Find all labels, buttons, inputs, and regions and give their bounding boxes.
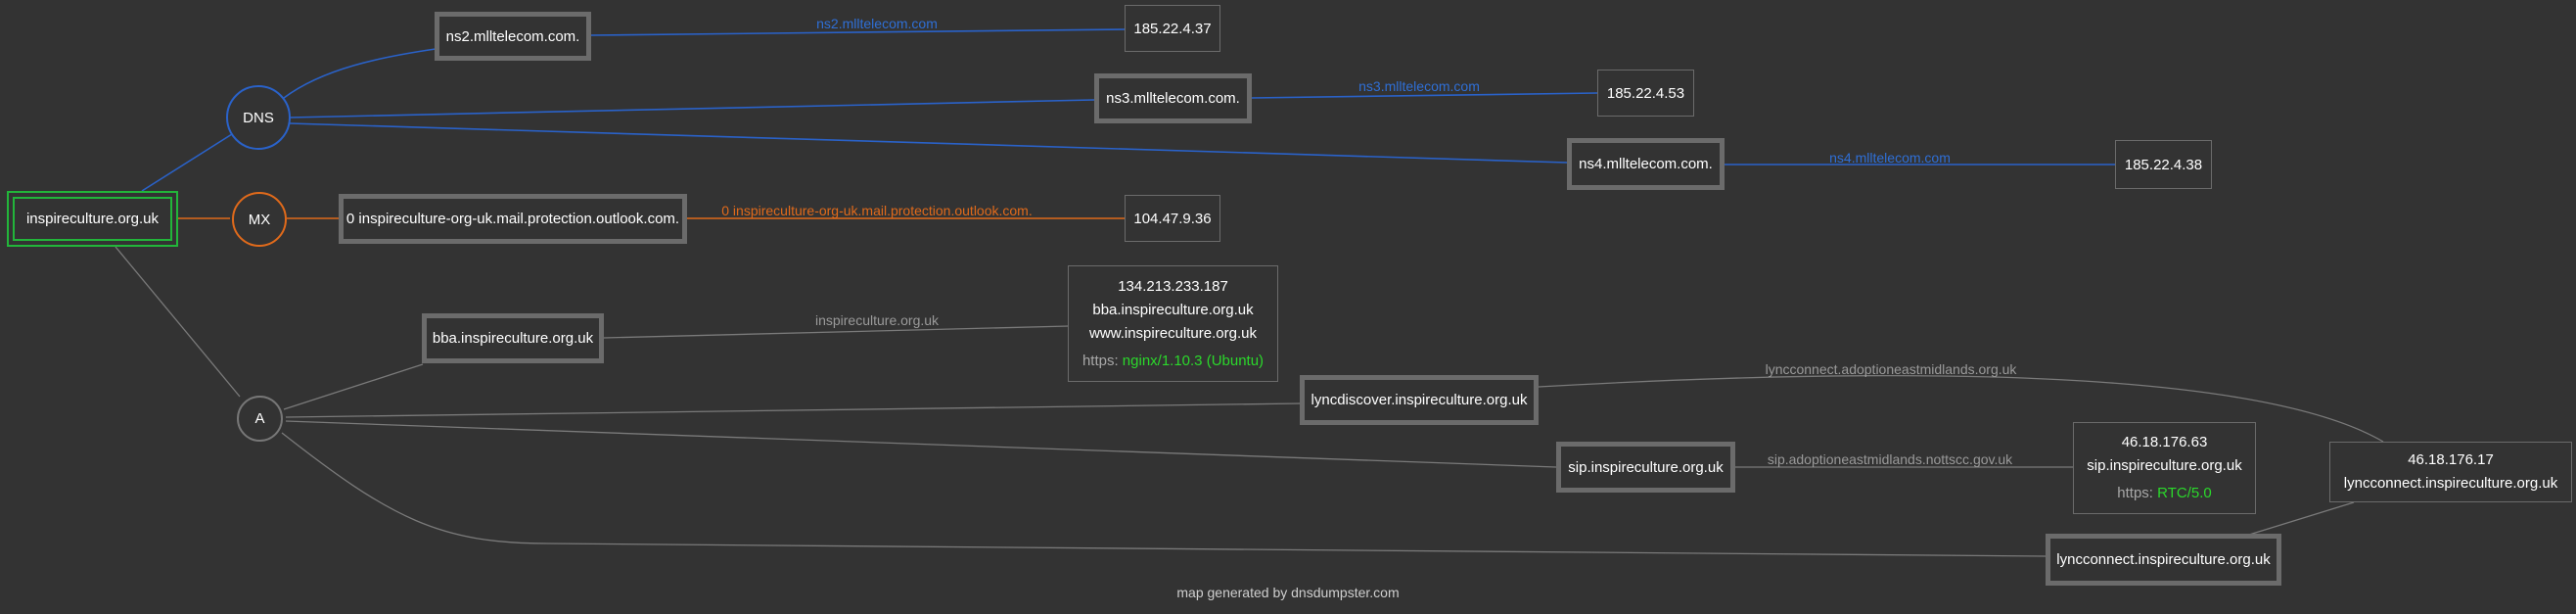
lyncdiscover-host-node[interactable]: lyncdiscover.inspireculture.org.uk [1300,375,1539,425]
edge-label-mx: 0 inspireculture-org-uk.mail.protection.… [721,203,1033,218]
edge-dns-ns4 [289,122,1568,164]
a-group-node[interactable]: A [237,396,283,442]
a-group-label: A [254,410,265,427]
ns4-host-label: ns4.mlltelecom.com. [1579,156,1713,172]
sip-ip-name: sip.inspireculture.org.uk [2087,457,2242,474]
ns3-ip-node[interactable]: 185.22.4.53 [1597,70,1694,117]
sip-host-node[interactable]: sip.inspireculture.org.uk [1556,442,1735,493]
lyncconnect-host-node[interactable]: lyncconnect.inspireculture.org.uk [2046,534,2281,586]
edge-layer [115,28,2384,557]
lyncconnect-ip-label: 46.18.176.17 [2408,451,2494,468]
bba-ip-name: www.inspireculture.org.uk [1089,324,1257,342]
footer-credit: map generated by dnsdumpster.com [1176,585,1400,600]
ns2-ip-label: 185.22.4.37 [1133,20,1212,37]
ns2-ip-node[interactable]: 185.22.4.37 [1125,5,1220,52]
mx-group-node[interactable]: MX [232,192,287,247]
edge-label-ns4: ns4.mlltelecom.com [1829,150,1951,165]
edge-label-sip: sip.adoptioneastmidlands.nottscc.gov.uk [1767,451,2013,467]
sip-ip-node[interactable]: 46.18.176.63 sip.inspireculture.org.uk h… [2073,422,2256,514]
bba-https-line: https: nginx/1.10.3 (Ubuntu) [1082,350,1264,373]
lyncconnect-ip-node[interactable]: 46.18.176.17 lyncconnect.inspireculture.… [2329,442,2572,502]
ns2-host-label: ns2.mlltelecom.com. [445,27,580,45]
https-key: https: [2117,485,2153,501]
ns3-host-node[interactable]: ns3.mlltelecom.com. [1094,73,1252,123]
mx-ip-node[interactable]: 104.47.9.36 [1125,195,1220,242]
edge-label-ns2: ns2.mlltelecom.com [816,16,938,31]
mx-host-label: 0 inspireculture-org-uk.mail.protection.… [345,211,680,227]
edge-dns-ns3 [289,99,1095,118]
edge-root-dns [141,133,233,192]
https-server: nginx/1.10.3 (Ubuntu) [1122,352,1265,369]
bba-ip-label: 134.213.233.187 [1118,277,1228,295]
bba-host-node[interactable]: bba.inspireculture.org.uk [422,313,604,363]
lyncconnect-host-label: lyncconnect.inspireculture.org.uk [2056,551,2271,568]
dns-group-node[interactable]: DNS [226,85,291,150]
https-key: https: [1081,352,1119,369]
ns4-ip-label: 185.22.4.38 [2124,156,2203,173]
edge-label-bba: inspireculture.org.uk [814,312,940,328]
sip-https-line: https: RTC/5.0 [2117,482,2211,505]
mx-host-node[interactable]: 0 inspireculture-org-uk.mail.protection.… [339,194,687,244]
dns-group-label: DNS [243,109,274,126]
mx-group-label: MX [248,211,271,228]
ns2-host-node[interactable]: ns2.mlltelecom.com. [435,12,591,61]
root-domain-label: inspireculture.org.uk [25,211,160,227]
sip-host-label: sip.inspireculture.org.uk [1568,458,1724,476]
bba-host-label: bba.inspireculture.org.uk [432,330,594,347]
ns3-ip-label: 185.22.4.53 [1606,84,1685,102]
edge-a-lyncdiscover [285,402,1302,418]
edge-a-sip [285,420,1557,468]
sip-ip-label: 46.18.176.63 [2121,434,2208,450]
edge-label-lyncdiscover: lyncconnect.adoptioneastmidlands.org.uk [1765,361,2017,377]
edge-lyncdiscover-ip [1538,375,2384,443]
edge-lyncconnect-ip [2248,501,2355,536]
lyncconnect-ip-name: lyncconnect.inspireculture.org.uk [2343,475,2558,492]
ns4-ip-node[interactable]: 185.22.4.38 [2115,140,2212,189]
lyncdiscover-host-label: lyncdiscover.inspireculture.org.uk [1311,392,1528,408]
edge-a-bba [283,363,424,410]
edge-root-a [115,246,241,398]
bba-ip-name: bba.inspireculture.org.uk [1092,301,1254,318]
https-server: RTC/5.0 [2157,485,2212,501]
mx-ip-label: 104.47.9.36 [1133,210,1212,227]
edge-dns-ns2 [283,48,437,99]
ns4-host-node[interactable]: ns4.mlltelecom.com. [1567,138,1725,190]
edge-label-ns3: ns3.mlltelecom.com [1358,78,1480,94]
root-domain-node[interactable]: inspireculture.org.uk [7,191,178,247]
bba-ip-node[interactable]: 134.213.233.187 bba.inspireculture.org.u… [1068,265,1278,382]
ns3-host-label: ns3.mlltelecom.com. [1106,90,1240,107]
